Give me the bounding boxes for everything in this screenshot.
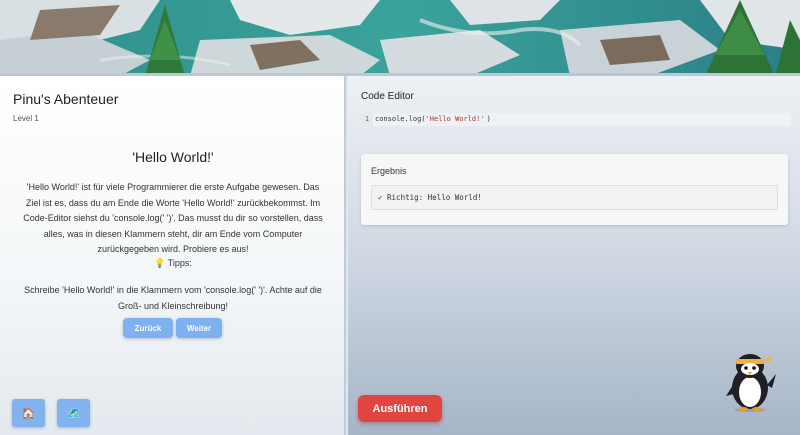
game-title: Pinu's Abenteuer <box>13 91 119 107</box>
home-icon: 🏠 <box>21 407 36 420</box>
next-button[interactable]: Weiter <box>176 318 222 338</box>
back-button[interactable]: Zurück <box>123 318 173 338</box>
home-button[interactable]: 🏠 <box>12 399 45 427</box>
level-label: Level 1 <box>13 114 39 123</box>
result-title: Ergebnis <box>371 166 407 176</box>
lesson-description: 'Hello World!' ist für viele Programmier… <box>23 182 323 254</box>
editor-panel: Code Editor 1 console.log('Hello World!')… <box>348 76 800 435</box>
lesson-title: 'Hello World!' <box>132 149 214 165</box>
line-number: 1 <box>361 113 373 126</box>
lesson-panel: Pinu's Abenteuer Level 1 'Hello World!' … <box>0 76 346 435</box>
result-card: Ergebnis ✓ Richtig: Hello World! <box>361 154 788 225</box>
code-string: 'Hello World!' <box>425 115 485 123</box>
header-banner-image <box>0 0 800 76</box>
code-suffix: ) <box>486 115 491 123</box>
result-output: ✓ Richtig: Hello World! <box>371 185 778 210</box>
map-button[interactable]: 🗺️ <box>57 399 90 427</box>
code-prefix: console.log( <box>375 115 426 123</box>
editor-title: Code Editor <box>361 91 414 102</box>
penguin-mascot-icon <box>726 354 776 412</box>
code-editor[interactable]: 1 console.log('Hello World!') <box>361 113 791 126</box>
run-button[interactable]: Ausführen <box>358 395 442 422</box>
map-icon: 🗺️ <box>66 407 81 420</box>
tips-label: 💡 Tipps: <box>154 258 192 268</box>
tips-text: Schreibe 'Hello World!' in die Klammern … <box>24 285 322 311</box>
